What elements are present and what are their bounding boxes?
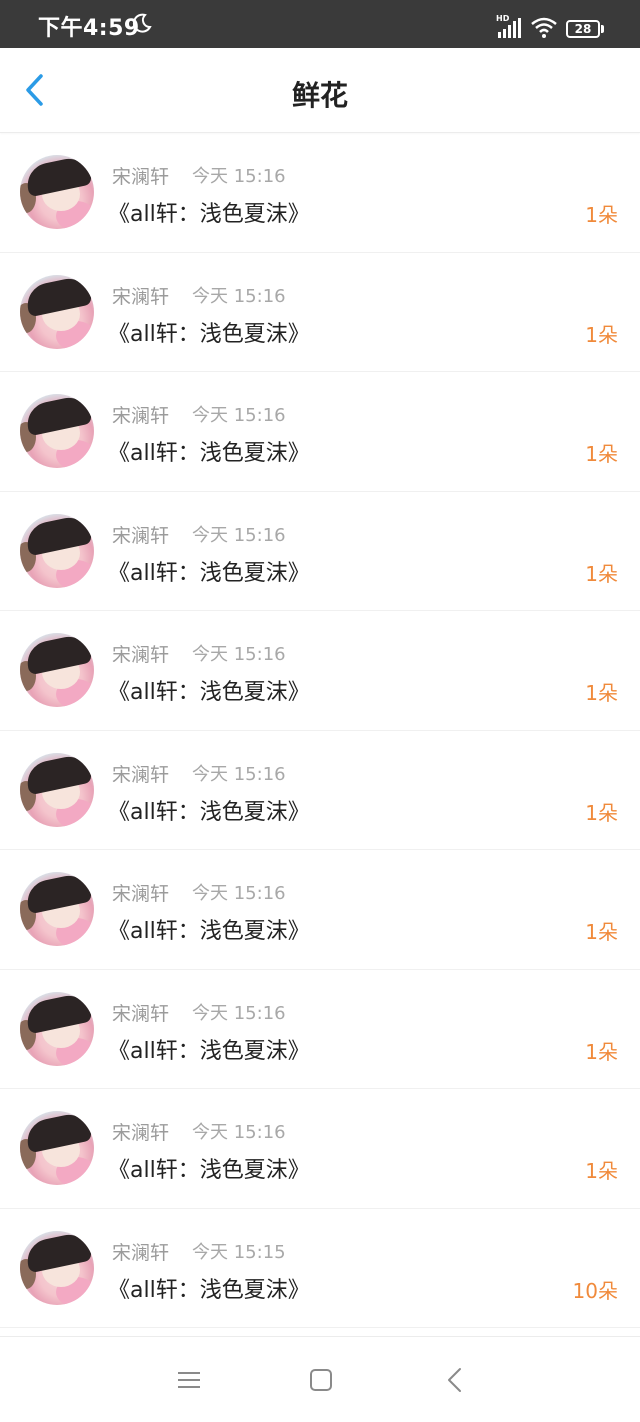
back-triangle-icon[interactable] [440,1365,470,1395]
status-bar: 下午4:59 HD 28 [0,0,640,48]
timestamp: 今天 15:16 [192,883,286,904]
flower-count: 1朵 [585,1159,618,1183]
work-title[interactable]: 《all轩：浅色夏沫》 [108,435,310,467]
work-title[interactable]: 《all轩：浅色夏沫》 [108,1272,310,1304]
timestamp: 今天 15:16 [192,166,286,187]
status-time: 下午4:59 [38,16,140,41]
work-title[interactable]: 《all轩：浅色夏沫》 [108,1152,310,1184]
list-item[interactable]: 宋澜轩 今天 15:16 《all轩：浅色夏沫》 1朵 [0,611,640,731]
avatar[interactable] [20,1111,94,1185]
user-name[interactable]: 宋澜轩 [112,1238,169,1265]
screen: 下午4:59 HD 28 鲜花 宋澜轩 今天 15:16 《all轩：浅色夏沫》… [0,0,640,1422]
avatar[interactable] [20,155,94,229]
timestamp: 今天 15:16 [192,524,286,546]
user-name[interactable]: 宋澜轩 [112,640,169,667]
work-title[interactable]: 《all轩：浅色夏沫》 [108,913,310,945]
flower-count: 1朵 [585,800,618,825]
timestamp: 今天 15:16 [192,1002,286,1024]
flower-count: 1朵 [585,1039,618,1064]
flower-count: 1朵 [585,322,618,347]
timestamp: 今天 15:16 [192,644,286,665]
menu-icon[interactable] [174,1365,204,1395]
page-title: 鲜花 [291,79,348,112]
user-name[interactable]: 宋澜轩 [112,999,169,1026]
avatar[interactable] [20,872,94,946]
user-name[interactable]: 宋澜轩 [112,521,169,548]
user-name[interactable]: 宋澜轩 [112,879,169,906]
user-name[interactable]: 宋澜轩 [112,760,169,787]
timestamp: 今天 15:16 [192,285,286,307]
list-item[interactable]: 宋澜轩 今天 15:15 《all轩：浅色夏沫》 10朵 [0,1209,640,1328]
timestamp: 今天 15:16 [192,1122,286,1143]
list-item[interactable]: 宋澜轩 今天 15:16 《all轩：浅色夏沫》 1朵 [0,492,640,611]
wifi-icon [530,17,558,39]
moon-icon [131,12,153,34]
flower-count: 10朵 [572,1278,618,1303]
flower-count: 1朵 [585,442,618,466]
work-title[interactable]: 《all轩：浅色夏沫》 [108,794,310,826]
home-square-icon[interactable] [306,1365,336,1395]
work-title[interactable]: 《all轩：浅色夏沫》 [108,1033,310,1065]
avatar[interactable] [20,991,94,1066]
battery-tip [601,25,604,33]
header: 鲜花 [0,48,640,133]
signal-icon [496,18,522,40]
work-title[interactable]: 《all轩：浅色夏沫》 [108,196,310,228]
flower-count: 1朵 [585,681,618,705]
flower-count: 1朵 [585,920,618,944]
user-name[interactable]: 宋澜轩 [112,1118,169,1145]
avatar[interactable] [20,752,94,827]
user-name[interactable]: 宋澜轩 [112,401,169,428]
work-title[interactable]: 《all轩：浅色夏沫》 [108,316,310,348]
timestamp: 今天 15:16 [192,763,286,785]
list-item[interactable]: 宋澜轩 今天 15:16 《all轩：浅色夏沫》 1朵 [0,133,640,253]
list-item[interactable]: 宋澜轩 今天 15:16 《all轩：浅色夏沫》 1朵 [0,372,640,492]
list-item[interactable]: 宋澜轩 今天 15:16 《all轩：浅色夏沫》 1朵 [0,970,640,1089]
avatar[interactable] [20,513,94,588]
avatar[interactable] [20,633,94,707]
work-title[interactable]: 《all轩：浅色夏沫》 [108,555,310,587]
avatar[interactable] [20,274,94,349]
timestamp: 今天 15:15 [192,1241,286,1263]
avatar[interactable] [20,394,94,468]
flower-count: 1朵 [585,203,618,227]
battery-icon: 28 [566,20,600,38]
system-nav-bar [0,1336,640,1422]
timestamp: 今天 15:16 [192,405,286,426]
list-item[interactable]: 宋澜轩 今天 15:16 《all轩：浅色夏沫》 1朵 [0,850,640,970]
list-item[interactable]: 宋澜轩 今天 15:16 《all轩：浅色夏沫》 1朵 [0,731,640,850]
flower-list: 宋澜轩 今天 15:16 《all轩：浅色夏沫》 1朵 宋澜轩 今天 15:16… [0,133,640,1328]
flower-count: 1朵 [585,561,618,586]
user-name[interactable]: 宋澜轩 [112,282,169,309]
avatar[interactable] [20,1230,94,1305]
user-name[interactable]: 宋澜轩 [112,162,169,189]
list-item[interactable]: 宋澜轩 今天 15:16 《all轩：浅色夏沫》 1朵 [0,1089,640,1209]
work-title[interactable]: 《all轩：浅色夏沫》 [108,674,310,706]
list-item[interactable]: 宋澜轩 今天 15:16 《all轩：浅色夏沫》 1朵 [0,253,640,372]
